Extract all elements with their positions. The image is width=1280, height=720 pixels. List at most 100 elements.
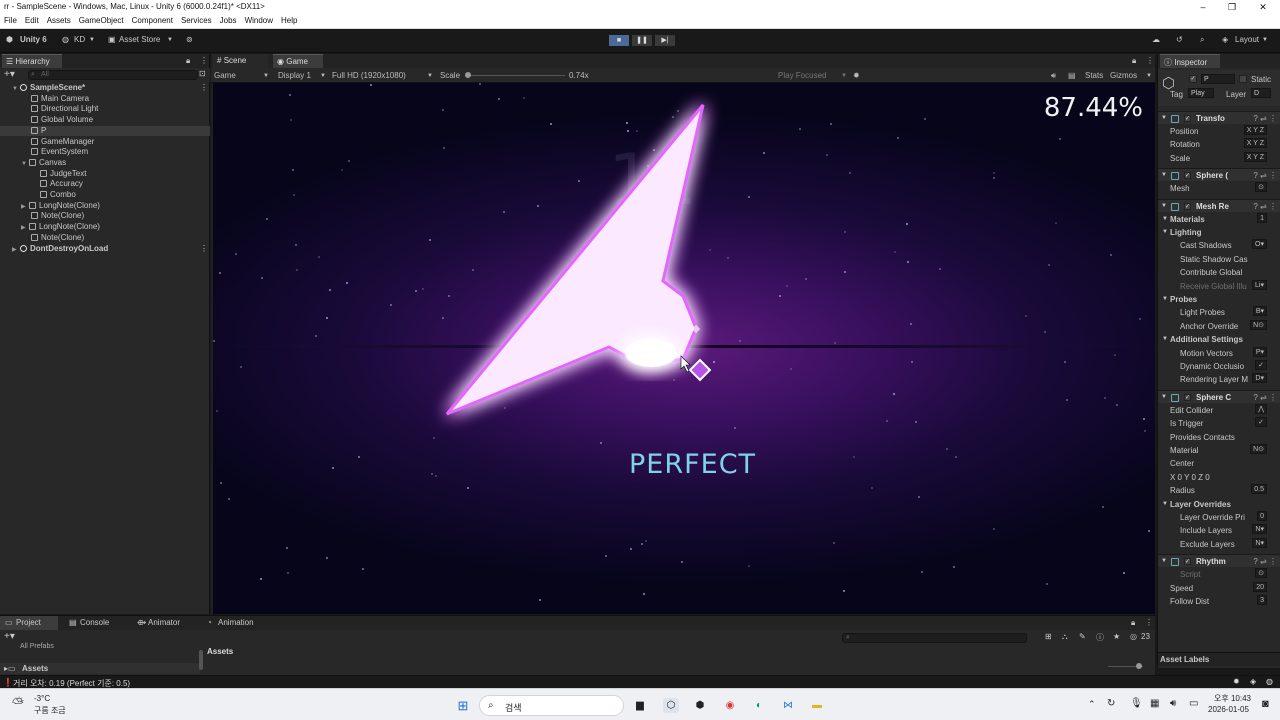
clock-date[interactable]: 2026-01-05: [1208, 705, 1249, 714]
battery-icon[interactable]: ▭: [1189, 698, 1198, 709]
expand-arrow-icon[interactable]: ▼: [1162, 226, 1168, 239]
pause-button[interactable]: ❚❚: [631, 34, 653, 47]
menu-jobs[interactable]: Jobs: [216, 14, 241, 25]
inspector-row[interactable]: Provides Contacts: [1158, 431, 1280, 444]
expand-arrow-icon[interactable]: ▶: [12, 245, 20, 256]
menu-gameobject[interactable]: GameObject: [75, 14, 128, 25]
inspector-row[interactable]: Speed 20: [1158, 581, 1280, 595]
tab-project[interactable]: ▭ Project: [0, 616, 58, 630]
hierarchy-search-input[interactable]: ⌕ All: [28, 70, 198, 80]
object-name-field[interactable]: P: [1201, 74, 1235, 84]
layers-icon[interactable]: ◈: [1250, 677, 1256, 686]
inspector-row[interactable]: Edit Collider ⋀: [1158, 403, 1280, 417]
maximize-button[interactable]: ❐: [1219, 0, 1245, 14]
asset-store-button[interactable]: Asset Store: [119, 35, 160, 44]
unity-editor-icon[interactable]: ⬢: [692, 698, 708, 713]
speaker-icon[interactable]: 🔊︎: [1051, 71, 1056, 81]
inspector-row[interactable]: Follow Dist 3: [1158, 595, 1280, 608]
component-header[interactable]: ▼ ✓ ? ⇌ ⋮ Sphere C: [1158, 389, 1280, 404]
component-header[interactable]: ▼ ✓ ? ⇌ ⋮ Rhythm: [1158, 554, 1280, 568]
inspector-row-value[interactable]: 0: [1257, 511, 1267, 521]
hierarchy-item[interactable]: EventSystem: [0, 147, 210, 158]
inspector-row[interactable]: Rendering Layer M D▾: [1158, 373, 1280, 386]
inspector-row[interactable]: Static Shadow Cas: [1158, 253, 1280, 266]
visibility-icon[interactable]: ◎: [1130, 632, 1137, 641]
hierarchy-item[interactable]: ▶ LongNote(Clone): [0, 201, 210, 212]
hierarchy-item[interactable]: GameManager: [0, 137, 210, 148]
active-checkbox[interactable]: ✓: [1189, 75, 1197, 83]
tab-console[interactable]: Console: [80, 618, 109, 627]
icon-size-slider[interactable]: [1108, 663, 1143, 669]
display-dropdown[interactable]: Display 1: [278, 71, 311, 80]
inspector-row-value[interactable]: X Y Z: [1243, 151, 1267, 162]
menu-assets[interactable]: Assets: [43, 14, 75, 25]
inspector-row-value[interactable]: ⋀: [1255, 403, 1267, 414]
favorites-all-prefabs[interactable]: All Prefabs: [20, 643, 54, 650]
vscode-icon[interactable]: ⋈: [780, 698, 796, 713]
component-header[interactable]: ▼ ✓ ? ⇌ ⋮ Transfo: [1158, 111, 1280, 124]
inspector-row-value[interactable]: ⊙: [1255, 182, 1267, 193]
component-menu-icons[interactable]: ? ⇌ ⋮: [1253, 169, 1277, 182]
inspector-row[interactable]: Radius 0.5: [1158, 484, 1280, 497]
inspector-row-value[interactable]: 0.5: [1251, 484, 1267, 495]
inspector-row[interactable]: Contribute Global: [1158, 266, 1280, 279]
static-checkbox[interactable]: [1239, 75, 1247, 83]
component-enabled-checkbox[interactable]: ✓: [1184, 115, 1191, 122]
hierarchy-item[interactable]: ▶ DontDestroyOnLoad ⋮: [0, 244, 210, 255]
play-focused-dropdown[interactable]: Play Focused: [778, 71, 826, 80]
expand-arrow-icon[interactable]: ▼: [1161, 391, 1167, 404]
expand-arrow-icon[interactable]: ▼: [1161, 555, 1167, 568]
hierarchy-item[interactable]: JudgeText: [0, 169, 210, 180]
game-viewport[interactable]: 11 87.44% PERFECT: [213, 83, 1155, 614]
inspector-row-value[interactable]: N⊙: [1250, 444, 1267, 454]
hierarchy-item[interactable]: Accuracy: [0, 179, 210, 190]
inspector-row-value[interactable]: ✓: [1255, 417, 1267, 428]
tag-dropdown[interactable]: Play: [1188, 88, 1214, 98]
hierarchy-item[interactable]: ▼ SampleScene* ⋮: [0, 83, 210, 94]
inspector-row-value[interactable]: Li▾: [1252, 279, 1267, 290]
step-button[interactable]: ▶|: [654, 34, 676, 47]
asset-labels-bar[interactable]: Asset Labels: [1158, 652, 1280, 666]
menu-component[interactable]: Component: [128, 14, 177, 25]
hierarchy-item[interactable]: Directional Light: [0, 104, 210, 115]
menu-window[interactable]: Window: [241, 14, 277, 25]
expand-arrow-icon[interactable]: ▼: [1161, 200, 1167, 213]
hierarchy-item[interactable]: ▶ LongNote(Clone): [0, 222, 210, 233]
project-scrollbar[interactable]: [199, 650, 203, 670]
gizmos-button[interactable]: Gizmos: [1110, 71, 1137, 80]
version-control-icon[interactable]: ⊚: [186, 35, 193, 44]
inspector-row[interactable]: Receive Global Illu Li▾: [1158, 279, 1280, 293]
inspector-row[interactable]: Layer Override Pri 0: [1158, 511, 1280, 524]
tab-scene[interactable]: # Scene: [213, 54, 268, 68]
file-explorer-icon[interactable]: ▬: [809, 698, 825, 713]
tab-game[interactable]: ◉ Game: [273, 54, 323, 68]
expand-arrow-icon[interactable]: ▼: [1161, 169, 1167, 182]
assets-folder-row[interactable]: ▸▭ Assets: [0, 663, 200, 674]
inspector-row-value[interactable]: N⊙: [1250, 319, 1267, 330]
taskbar-search-box[interactable]: ⌕ 검색: [479, 695, 624, 716]
inspector-row-value[interactable]: X Y Z: [1243, 125, 1267, 135]
type-filter-icon[interactable]: ⛬: [1062, 632, 1068, 642]
notification-bell-icon[interactable]: ◙: [1262, 698, 1269, 710]
inspector-row-value[interactable]: D▾: [1252, 373, 1267, 384]
star-icon[interactable]: ★: [1113, 632, 1120, 641]
edge-icon[interactable]: ◐: [751, 698, 767, 713]
hierarchy-item[interactable]: Combo: [0, 190, 210, 201]
lock-icon[interactable]: 🔒︎: [186, 56, 190, 66]
hierarchy-item[interactable]: Global Volume: [0, 115, 210, 126]
hierarchy-item[interactable]: ▼ Canvas: [0, 158, 210, 169]
more-options-icon[interactable]: ⋮: [200, 244, 208, 255]
inspector-row-value[interactable]: X Y Z: [1243, 138, 1267, 149]
inspector-row[interactable]: Anchor Override N⊙: [1158, 319, 1280, 333]
component-enabled-checkbox[interactable]: ✓: [1184, 558, 1191, 566]
component-menu-icons[interactable]: ? ⇌ ⋮: [1253, 200, 1277, 213]
layer-dropdown[interactable]: D: [1251, 88, 1271, 98]
tab-animation[interactable]: Animation: [218, 618, 254, 627]
inspector-row[interactable]: Motion Vectors P▾: [1158, 346, 1280, 360]
clock-time[interactable]: 오후 10:43: [1214, 693, 1251, 704]
task-view-icon[interactable]: ▆: [632, 698, 648, 713]
resolution-dropdown[interactable]: Full HD (1920x1080): [332, 71, 406, 80]
tab-inspector[interactable]: ⓘ Inspector: [1160, 54, 1220, 68]
inspector-row[interactable]: ▼ Lighting: [1158, 226, 1280, 239]
account-dropdown[interactable]: KD: [74, 35, 85, 44]
